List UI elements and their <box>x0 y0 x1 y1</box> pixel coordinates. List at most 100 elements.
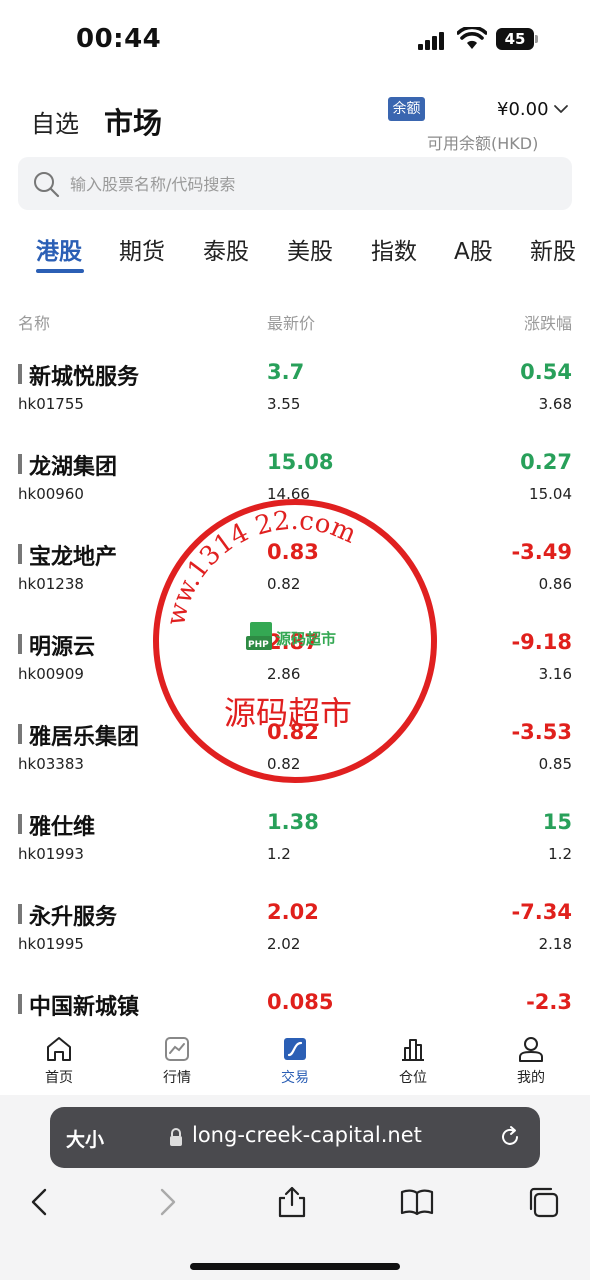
stock-prev-price: 2.02 <box>267 935 301 953</box>
lock-icon <box>170 1128 182 1146</box>
stock-change: 0.27 <box>520 450 572 474</box>
stock-price: 0.83 <box>267 540 319 564</box>
stock-name: 新城悦服务 <box>29 365 140 390</box>
tab-hk-stocks[interactable]: 港股 <box>36 232 82 266</box>
stock-ref-price: 3.16 <box>538 665 572 683</box>
tab-indices[interactable]: 指数 <box>371 232 417 266</box>
nav-label: 仓位 <box>399 1070 427 1086</box>
battery-icon: 45 <box>496 28 538 50</box>
tabs-icon[interactable] <box>526 1185 560 1219</box>
column-header-name: 名称 <box>18 314 51 333</box>
stock-code: hk01995 <box>18 935 84 953</box>
stock-price: 2.87 <box>267 630 319 654</box>
home-indicator <box>190 1263 400 1270</box>
stock-change: 15 <box>542 810 572 834</box>
nav-trade[interactable]: 交易 <box>236 1022 354 1095</box>
stock-price: 1.38 <box>267 810 319 834</box>
bookmarks-icon[interactable] <box>400 1185 434 1219</box>
cellular-signal-icon <box>418 30 450 50</box>
stock-change: -3.53 <box>511 720 572 744</box>
chevron-down-icon[interactable] <box>553 101 569 117</box>
stock-ref-price: 15.04 <box>529 485 572 503</box>
stock-ref-price: 0.85 <box>538 755 572 773</box>
stock-prev-price: 3.55 <box>267 395 301 413</box>
stock-code: hk01993 <box>18 845 84 863</box>
stock-name: 宝龙地产 <box>29 545 118 570</box>
active-tab-indicator <box>36 269 84 273</box>
stock-code: hk01755 <box>18 395 84 413</box>
nav-home[interactable]: 首页 <box>0 1022 118 1095</box>
url-text[interactable]: long-creek-capital.net <box>192 1123 422 1147</box>
nav-profile[interactable]: 我的 <box>472 1022 590 1095</box>
nav-quotes[interactable]: 行情 <box>118 1022 236 1095</box>
table-row[interactable]: 龙湖集团 hk00960 15.08 14.66 0.27 15.04 <box>0 446 590 536</box>
stock-code: hk00960 <box>18 485 84 503</box>
address-bar[interactable]: 大小 long-creek-capital.net <box>50 1107 540 1168</box>
stock-change: -9.18 <box>511 630 572 654</box>
stock-ref-price: 3.68 <box>538 395 572 413</box>
home-icon <box>47 1037 71 1061</box>
tab-us-stocks[interactable]: 美股 <box>287 232 333 266</box>
stock-code: hk00909 <box>18 665 84 683</box>
stock-price: 0.82 <box>267 720 319 744</box>
stock-prev-price: 0.82 <box>267 575 301 593</box>
stock-change: 0.54 <box>520 360 572 384</box>
search-bar[interactable] <box>18 157 572 210</box>
profile-icon <box>519 1037 543 1062</box>
stock-change: -2.3 <box>526 990 572 1014</box>
stock-code: hk01238 <box>18 575 84 593</box>
stock-prev-price: 0.82 <box>267 755 301 773</box>
forward-icon[interactable] <box>150 1185 184 1219</box>
tab-ipo[interactable]: 新股 <box>530 232 576 266</box>
text-size-button[interactable]: 大小 <box>66 1125 104 1152</box>
tab-watchlist[interactable]: 自选 <box>31 104 79 139</box>
stock-prev-price: 14.66 <box>267 485 310 503</box>
nav-label: 行情 <box>163 1070 191 1086</box>
stock-code: hk03383 <box>18 755 84 773</box>
stock-prev-price: 1.2 <box>267 845 291 863</box>
search-icon <box>34 172 60 198</box>
wifi-icon <box>457 27 487 49</box>
share-icon[interactable] <box>275 1185 309 1219</box>
row-marker <box>18 814 22 834</box>
column-header-price: 最新价 <box>267 314 316 333</box>
tab-futures[interactable]: 期货 <box>119 232 165 266</box>
tab-thai-stocks[interactable]: 泰股 <box>203 232 249 266</box>
back-icon[interactable] <box>23 1185 57 1219</box>
table-row[interactable]: 明源云 hk00909 2.87 2.86 -9.18 3.16 <box>0 626 590 716</box>
stock-name: 龙湖集团 <box>29 455 118 480</box>
trade-icon <box>284 1038 306 1060</box>
search-input[interactable] <box>70 169 550 199</box>
balance-badge: 余额 <box>388 97 425 121</box>
stock-change: -7.34 <box>511 900 572 924</box>
status-time: 00:44 <box>76 24 162 54</box>
table-row[interactable]: 雅居乐集团 hk03383 0.82 0.82 -3.53 0.85 <box>0 716 590 806</box>
stock-price: 15.08 <box>267 450 334 474</box>
table-row[interactable]: 永升服务 hk01995 2.02 2.02 -7.34 2.18 <box>0 896 590 986</box>
table-row[interactable]: 雅仕维 hk01993 1.38 1.2 15 1.2 <box>0 806 590 896</box>
row-marker <box>18 364 22 384</box>
stock-name: 雅仕维 <box>29 815 96 840</box>
stock-prev-price: 2.86 <box>267 665 301 683</box>
table-row[interactable]: 新城悦服务 hk01755 3.7 3.55 0.54 3.68 <box>0 356 590 446</box>
chart-icon <box>165 1037 189 1061</box>
stock-name: 中国新城镇 <box>29 995 140 1020</box>
balance-label: 可用余额(HKD) <box>427 134 539 153</box>
stock-ref-price: 1.2 <box>548 845 572 863</box>
stock-ref-price: 2.18 <box>538 935 572 953</box>
browser-toolbar: 大小 long-creek-capital.net <box>0 1095 590 1280</box>
stock-name: 永升服务 <box>29 905 118 930</box>
nav-label: 我的 <box>517 1070 545 1086</box>
table-row[interactable]: 宝龙地产 hk01238 0.83 0.82 -3.49 0.86 <box>0 536 590 626</box>
stock-price: 0.085 <box>267 990 334 1014</box>
stock-name: 明源云 <box>29 635 96 660</box>
row-marker <box>18 724 22 744</box>
nav-positions[interactable]: 仓位 <box>354 1022 472 1095</box>
tab-market[interactable]: 市场 <box>104 100 162 142</box>
status-bar: 00:44 45 <box>0 0 590 80</box>
reload-icon[interactable] <box>498 1125 522 1149</box>
row-marker <box>18 454 22 474</box>
balance-value[interactable]: ¥0.00 <box>497 99 549 120</box>
tab-a-shares[interactable]: A股 <box>454 232 493 266</box>
nav-label: 交易 <box>281 1070 309 1086</box>
